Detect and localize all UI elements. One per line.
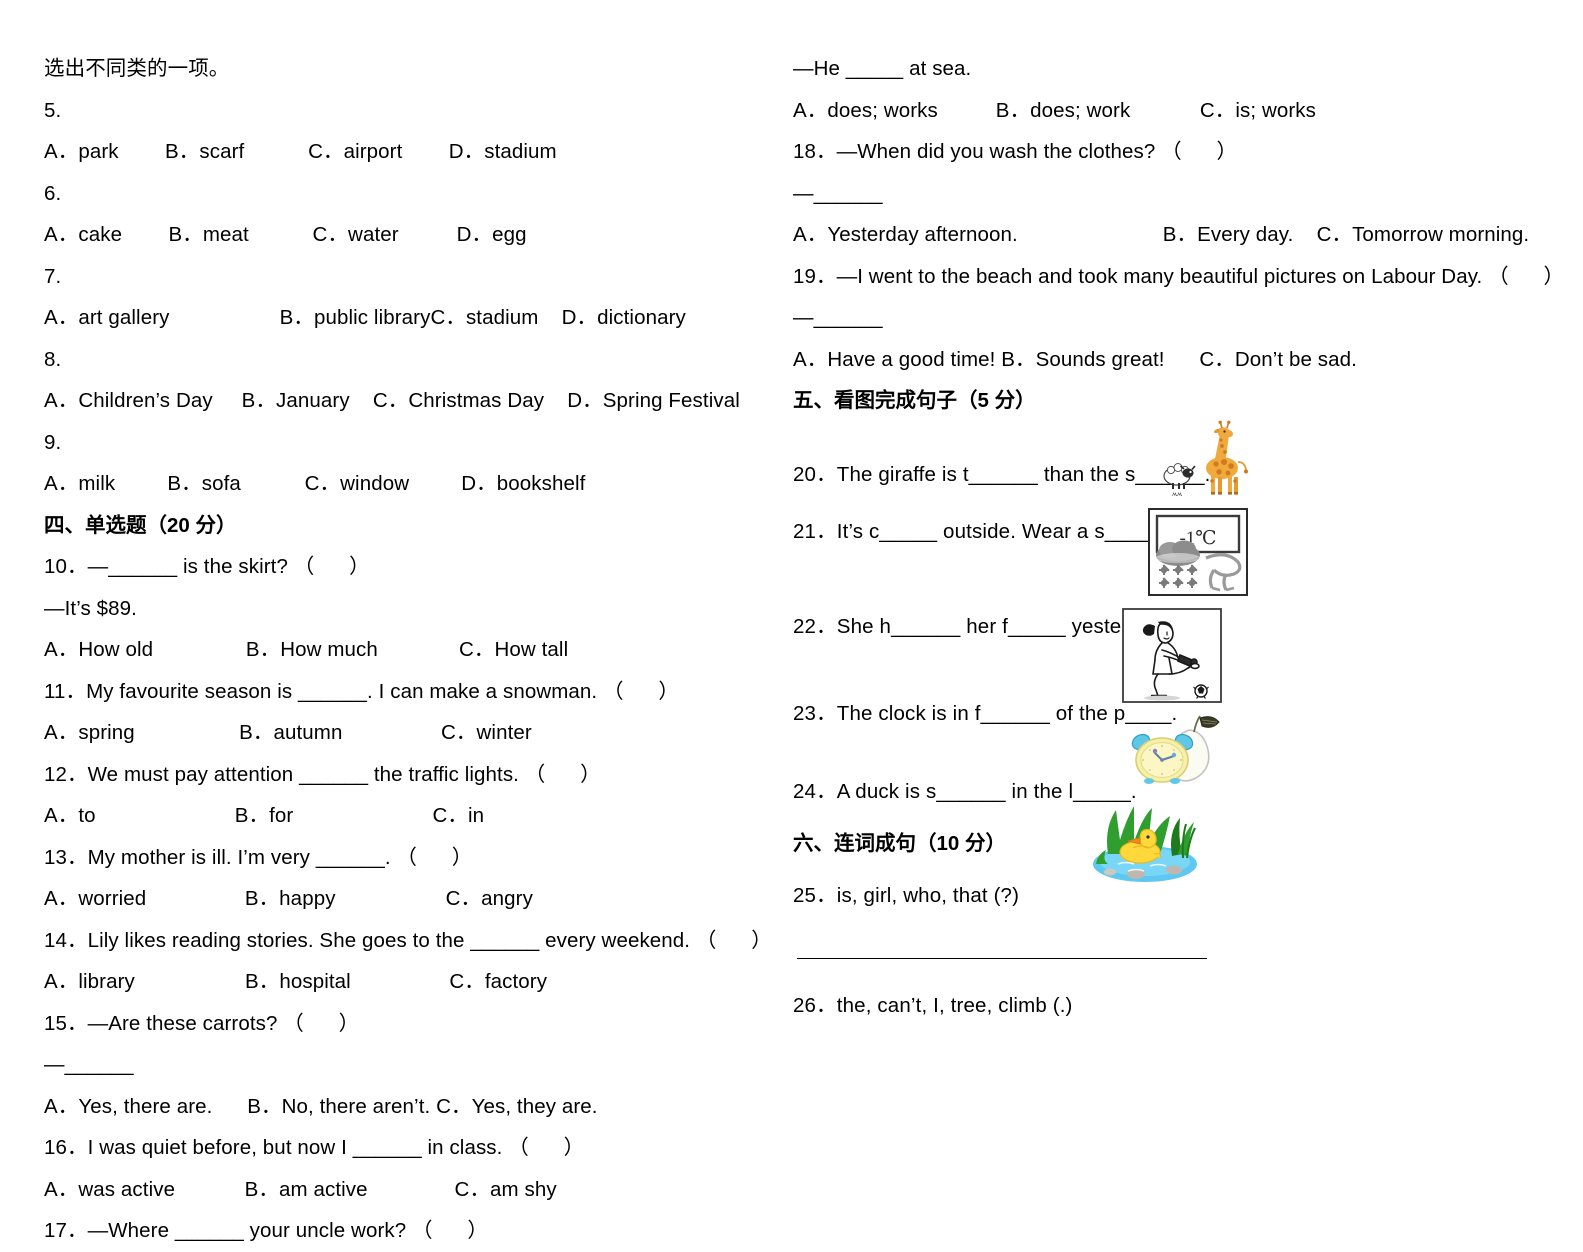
question-text: She h______ her f_____ yesterday. (836, 614, 1167, 638)
question-text: It’s c_____ outside. Wear a s______! (836, 519, 1180, 543)
question-12-stem: 12．We must pay attention ______ the traf… (44, 762, 601, 786)
question-15-reply: —______ (44, 1053, 134, 1076)
reorder-question-26: 26．the, can’t, I, tree, climb (.) (793, 991, 1523, 1021)
question-options: A．cake B．meat C．water D．egg (44, 223, 527, 246)
question-14-stem: 14．Lily likes reading stories. She goes … (44, 928, 772, 952)
question-number: 8. (44, 347, 62, 371)
question-number: 25． (793, 883, 837, 907)
svg-text:ʍʍ: ʍʍ (1172, 490, 1183, 498)
giraffe-and-sheep-image: ʍʍ (1150, 418, 1250, 498)
question-14-options: A．library B．hospital C．factory (44, 970, 548, 993)
question-words: the, can’t, I, tree, climb (.) (836, 994, 1073, 1017)
sheep-icon: ʍʍ (1163, 463, 1196, 498)
question-16-stem: 16．I was quiet before, but now I ______ … (44, 1136, 585, 1159)
question-number: 6. (44, 181, 62, 205)
section-five-title: 五、看图完成句子（5 分） (793, 389, 1036, 412)
question-19-options: A．Have a good time! B．Sounds great! C．Do… (793, 347, 1357, 371)
question-options: A．art gallery B．public libraryC．stadium … (44, 306, 686, 329)
question-13-options: A．worried B．happy C．angry (44, 887, 533, 910)
question-17-reply: —He _____ at sea. (793, 57, 972, 80)
clock-and-pear-image (1118, 712, 1228, 792)
question-number: 24． (793, 779, 837, 803)
question-options: A．Children’s Day B．January C．Christmas D… (44, 389, 740, 412)
question-number: 20． (793, 462, 837, 486)
question-number: 7. (44, 264, 62, 288)
question-number: 26． (793, 994, 837, 1017)
section-four-title: 四、单选题（20 分） (44, 513, 237, 537)
left-column: 选出不同类的一项。 5. A．park B．scarf C．airport D．… (44, 48, 772, 1252)
question-options: A．milk B．sofa C．window D．bookshelf (44, 472, 586, 495)
question-19-stem: 19．—I went to the beach and took many be… (793, 264, 1565, 288)
classify-question-8: 8. A．Children’s Day B．January C．Christma… (44, 339, 764, 422)
question-19-reply: —______ (793, 306, 883, 329)
giraffe-icon (1206, 420, 1248, 495)
classify-question-9: 9. A．milk B．sofa C．window D．bookshelf (44, 422, 764, 505)
question-18-reply: —______ (793, 181, 883, 205)
snow-weather-card-image: -1℃ (1148, 508, 1248, 596)
question-11-stem: 11．My favourite season is ______. I can … (44, 679, 679, 703)
classify-question-6: 6. A．cake B．meat C．water D．egg (44, 173, 764, 256)
question-number: 9. (44, 430, 62, 454)
question-number: 5. (44, 98, 62, 122)
question-number: 22． (793, 614, 837, 638)
question-number: 23． (793, 701, 837, 725)
question-17-options: A．does; works B．does; work C．is; works (793, 98, 1316, 122)
exam-paper-page: 选出不同类的一项。 5. A．park B．scarf C．airport D．… (0, 0, 1583, 1242)
question-18-stem: 18．—When did you wash the clothes? （ ） (793, 140, 1238, 163)
question-15-stem: 15．—Are these carrots? （ ） (44, 1011, 360, 1035)
question-17-stem: 17．—Where ______ your uncle work? （ ） (44, 1219, 489, 1242)
girl-kicking-ball-image (1122, 608, 1222, 703)
question-10-options: A．How old B．How much C．How tall (44, 638, 569, 661)
question-10-stem: 10．—______ is the skirt? （ ） (44, 555, 370, 578)
question-18-options: A．Yesterday afternoon. B．Every day. C．To… (793, 223, 1530, 246)
question-number: 21． (793, 519, 837, 543)
question-16-options: A．was active B．am active C．am shy (44, 1177, 557, 1201)
duck-in-lake-image (1088, 792, 1203, 884)
question-options: A．park B．scarf C．airport D．stadium (44, 140, 557, 163)
question-13-stem: 13．My mother is ill. I’m very ______. （ … (44, 845, 473, 869)
question-10-reply: —It’s $89. (44, 596, 137, 620)
snow-cloud-icon (1156, 540, 1200, 566)
classify-question-5: 5. A．park B．scarf C．airport D．stadium (44, 90, 764, 173)
classify-instruction: 选出不同类的一项。 (44, 57, 230, 80)
question-words: is, girl, who, that (?) (836, 883, 1020, 907)
question-15-options: A．Yes, there are. B．No, there aren’t. C．… (44, 1094, 598, 1118)
question-12-options: A．to B．for C．in (44, 804, 485, 827)
question-11-options: A．spring B．autumn C．winter (44, 721, 532, 744)
classify-question-7: 7. A．art gallery B．public libraryC．stadi… (44, 256, 764, 339)
